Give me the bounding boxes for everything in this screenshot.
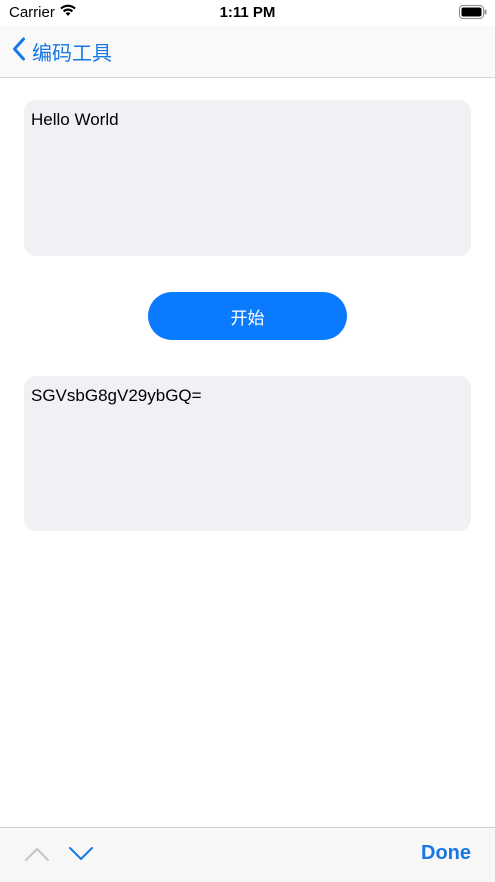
- start-button[interactable]: 开始: [148, 292, 347, 340]
- back-button[interactable]: 编码工具: [12, 36, 112, 66]
- chevron-left-icon: [12, 37, 26, 66]
- output-textarea[interactable]: SGVsbG8gV29ybGQ=: [24, 376, 471, 531]
- keyboard-accessory-bar: Done: [0, 827, 495, 882]
- battery-icon: [459, 5, 487, 24]
- done-button[interactable]: Done: [421, 842, 471, 865]
- nav-bar: 编码工具: [0, 26, 495, 78]
- clock: 1:11 PM: [219, 4, 276, 21]
- status-bar: Carrier 1:11 PM: [0, 0, 495, 26]
- chevron-down-icon[interactable]: [68, 846, 94, 867]
- chevron-up-icon[interactable]: [24, 846, 50, 867]
- input-textarea[interactable]: Hello World: [24, 100, 471, 256]
- back-title: 编码工具: [32, 40, 112, 65]
